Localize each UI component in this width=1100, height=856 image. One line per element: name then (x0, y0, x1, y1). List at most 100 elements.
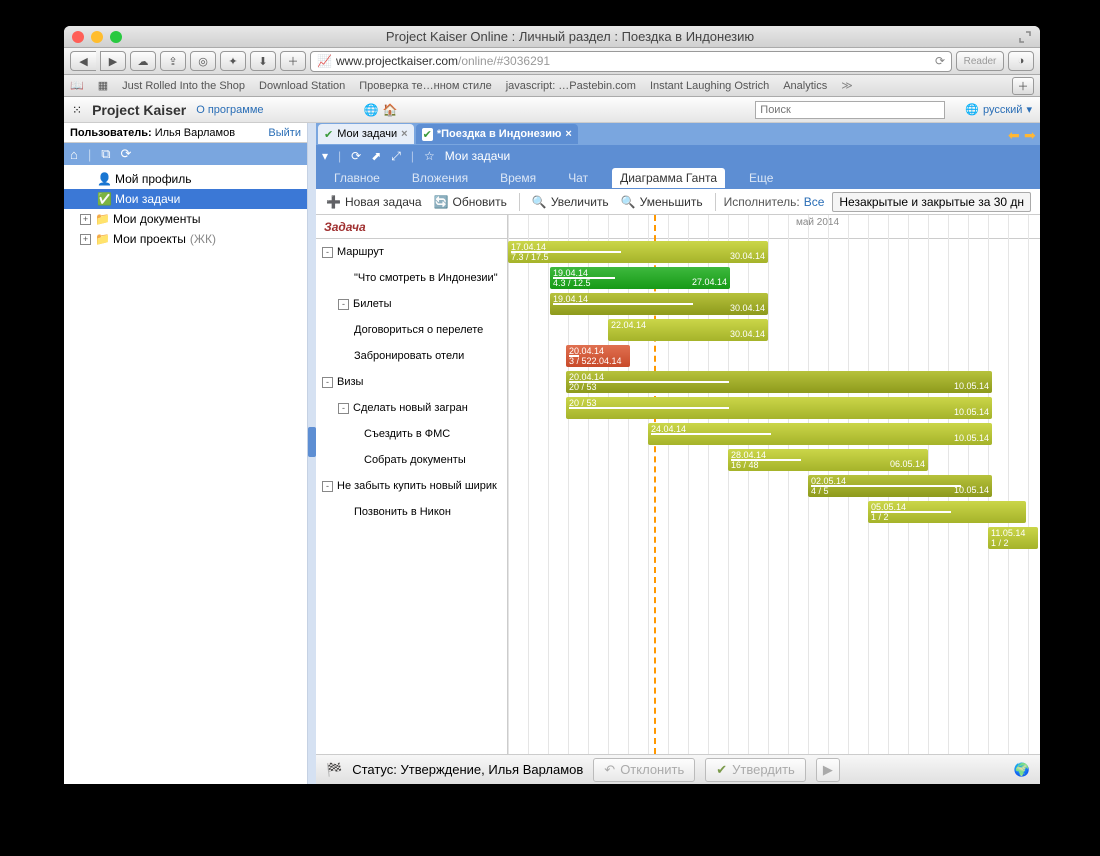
minimize-window-icon[interactable] (91, 31, 103, 43)
downloads-button[interactable]: ⬇ (250, 51, 276, 71)
breadcrumb[interactable]: Мои задачи (445, 149, 510, 163)
close-window-icon[interactable] (72, 31, 84, 43)
nav-right-icon[interactable]: ➡ (1024, 127, 1038, 141)
globe-icon[interactable]: 🌐 (364, 103, 379, 117)
gantt-bar[interactable]: 28.04.1416 / 4806.05.14 (728, 449, 928, 471)
sidebar-item[interactable]: 👤Мой профиль (64, 169, 307, 189)
task-row[interactable]: -Визы (316, 369, 507, 395)
splitter-handle-icon[interactable] (308, 427, 316, 457)
splitter[interactable] (308, 123, 316, 784)
reload-icon[interactable]: ⟳ (935, 54, 945, 68)
collapse-icon[interactable]: - (338, 403, 349, 414)
ext2-button[interactable]: ✦ (220, 51, 246, 71)
refresh-button[interactable]: 🔄Обновить (430, 193, 511, 211)
chevron-down-icon[interactable]: ▾ (322, 149, 328, 163)
zoom-out-button[interactable]: 🔍Уменьшить (617, 193, 707, 211)
language-selector[interactable]: 🌐 русский ▾ (965, 103, 1032, 116)
forward-button[interactable]: ▶ (100, 51, 126, 71)
bookmark-item[interactable]: Analytics (783, 80, 827, 92)
fullscreen-icon[interactable] (1018, 30, 1032, 44)
world-icon[interactable]: 🌍 (1014, 762, 1030, 777)
gantt-bar[interactable]: 24.04.1410.05.14 (648, 423, 992, 445)
page-tab[interactable]: ✔ *Поездка в Индонезию × (416, 124, 578, 144)
ext3-button[interactable]: ◑ (1008, 51, 1034, 71)
subtab[interactable]: Вложения (404, 168, 476, 188)
task-row[interactable]: -Не забыть купить новый ширик (316, 473, 507, 499)
reader-button[interactable]: Reader (956, 51, 1004, 71)
bookmark-item[interactable]: Just Rolled Into the Shop (122, 80, 245, 92)
search-input[interactable] (755, 101, 945, 119)
star-icon[interactable]: ☆ (424, 149, 435, 163)
gantt-bar[interactable]: 05.05.141 / 2 (868, 501, 1026, 523)
expand-icon[interactable]: + (80, 214, 91, 225)
url-field[interactable]: 📈 www.projectkaiser.com/online/#3036291 … (310, 51, 952, 72)
windows-icon[interactable]: ⧉ (101, 146, 110, 162)
logout-link[interactable]: Выйти (268, 127, 301, 139)
expand-icon[interactable]: ⤢ (391, 149, 401, 164)
gantt-bar[interactable]: 20 / 5310.05.14 (566, 397, 992, 419)
collapse-icon[interactable]: - (322, 377, 333, 388)
new-tab-button[interactable]: ＋ (1012, 77, 1034, 95)
topsites-icon[interactable]: ▦ (98, 79, 108, 92)
gantt-bar[interactable]: 22.04.1430.04.14 (608, 319, 768, 341)
close-icon[interactable]: × (565, 128, 571, 140)
task-row[interactable]: -Маршрут (316, 239, 507, 265)
refresh-icon[interactable]: ⟳ (121, 146, 132, 162)
zoom-window-icon[interactable] (110, 31, 122, 43)
collapse-icon[interactable]: - (322, 481, 333, 492)
page-tab[interactable]: ✔ Мои задачи × (318, 124, 414, 144)
bookmark-item[interactable]: Instant Laughing Ostrich (650, 80, 769, 92)
about-link[interactable]: О программе (196, 104, 263, 116)
task-row[interactable]: Забронировать отели (316, 343, 507, 369)
task-row[interactable]: Собрать документы (316, 447, 507, 473)
task-row[interactable]: -Билеты (316, 291, 507, 317)
reject-button[interactable]: ↶Отклонить (593, 758, 695, 782)
zoom-in-button[interactable]: 🔍Увеличить (528, 193, 613, 211)
task-row[interactable]: Договориться о перелете (316, 317, 507, 343)
expand-icon[interactable]: + (80, 234, 91, 245)
task-row[interactable]: -Сделать новый загран (316, 395, 507, 421)
task-name: Визы (337, 376, 363, 388)
back-button[interactable]: ◀ (70, 51, 96, 71)
home-icon[interactable]: 🏠 (382, 103, 397, 117)
subtab[interactable]: Еще (741, 168, 781, 188)
sidebar-item[interactable]: +📁Мои документы (64, 209, 307, 229)
gantt-chart[interactable]: май 2014 17.04.147.3 / 17.530.04.1419.04… (508, 215, 1040, 754)
nav-left-icon[interactable]: ⬅ (1008, 127, 1022, 141)
gantt-bar[interactable]: 20.04.143 / 522.04.14 (566, 345, 630, 367)
approve-button[interactable]: ✔Утвердить (705, 758, 806, 782)
subtab[interactable]: Диаграмма Ганта (612, 168, 725, 188)
home-icon[interactable]: ⌂ (70, 147, 78, 162)
bookmark-item[interactable]: Проверка те…нном стиле (359, 80, 491, 92)
gantt-bar[interactable]: 19.04.144.3 / 12.527.04.14 (550, 267, 730, 289)
gantt-bar[interactable]: 20.04.1420 / 5310.05.14 (566, 371, 992, 393)
subtab[interactable]: Время (492, 168, 544, 188)
filter-dropdown[interactable]: Незакрытые и закрытые за 30 дн (832, 192, 1031, 212)
task-row[interactable]: "Что смотреть в Индонезии" (316, 265, 507, 291)
new-task-button[interactable]: ➕Новая задача (322, 193, 426, 211)
gantt-bar[interactable]: 11.05.141 / 2 (988, 527, 1038, 549)
popout-icon[interactable]: ⬈ (371, 149, 381, 163)
bookmarks-icon[interactable]: 📖 (70, 79, 84, 92)
close-icon[interactable]: × (401, 128, 407, 140)
collapse-icon[interactable]: - (322, 247, 333, 258)
gantt-bar[interactable]: 19.04.1430.04.14 (550, 293, 768, 315)
bookmark-item[interactable]: Download Station (259, 80, 345, 92)
subtab[interactable]: Главное (326, 168, 388, 188)
next-button[interactable]: ▶ (816, 758, 840, 782)
task-row[interactable]: Позвонить в Никон (316, 499, 507, 525)
assignee-value[interactable]: Все (804, 195, 825, 209)
ext1-button[interactable]: ◎ (190, 51, 216, 71)
sidebar-item[interactable]: +📁Мои проекты (ЖК) (64, 229, 307, 249)
reload-icon[interactable]: ⟳ (351, 149, 361, 163)
add-button[interactable]: ＋ (280, 51, 306, 71)
gantt-bar[interactable]: 17.04.147.3 / 17.530.04.14 (508, 241, 768, 263)
share-button[interactable]: ⇪ (160, 51, 186, 71)
subtab[interactable]: Чат (560, 168, 596, 188)
task-row[interactable]: Съездить в ФМС (316, 421, 507, 447)
sidebar-item[interactable]: ✅Мои задачи (64, 189, 307, 209)
gantt-bar[interactable]: 02.05.144 / 510.05.14 (808, 475, 992, 497)
icloud-button[interactable]: ☁ (130, 51, 156, 71)
collapse-icon[interactable]: - (338, 299, 349, 310)
bookmark-item[interactable]: javascript: …Pastebin.com (506, 80, 636, 92)
